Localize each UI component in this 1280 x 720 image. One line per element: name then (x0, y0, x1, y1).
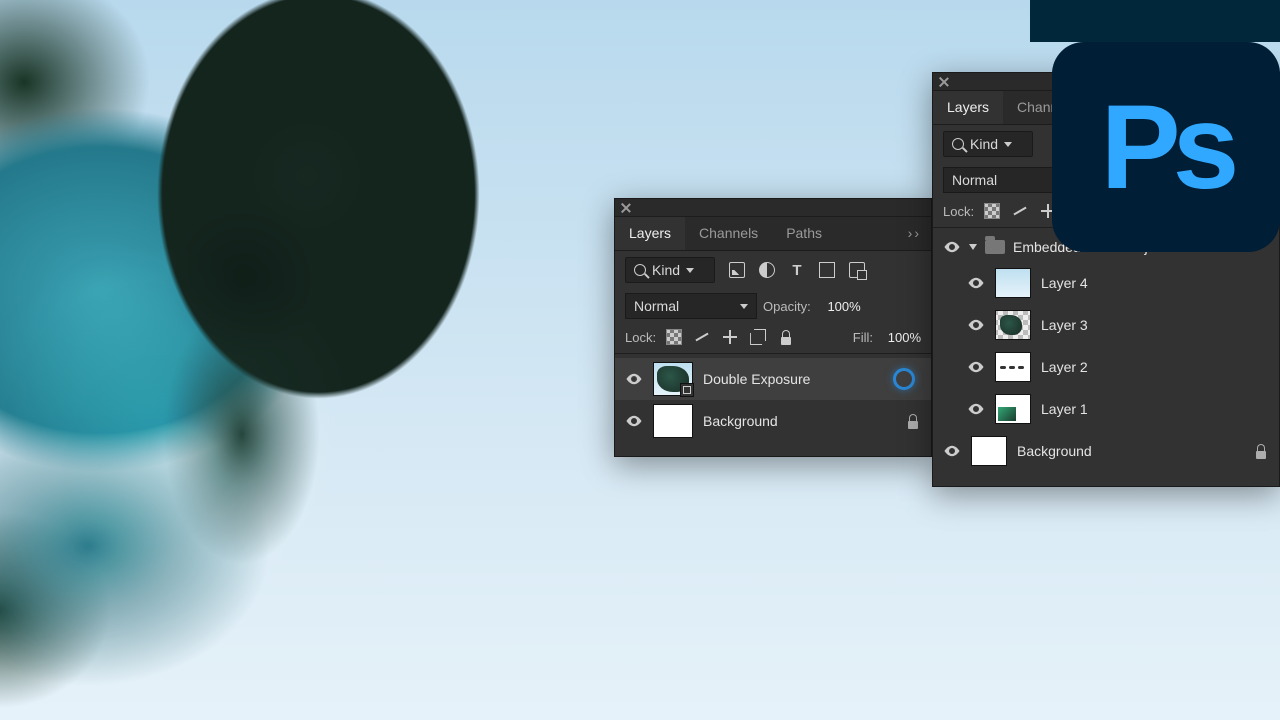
visibility-toggle[interactable] (943, 238, 961, 256)
layer-thumbnail[interactable] (995, 352, 1031, 382)
close-icon[interactable] (937, 75, 951, 89)
visibility-toggle[interactable] (967, 358, 985, 376)
filter-type-icons (729, 262, 865, 278)
smartobject-filter-icon[interactable] (849, 262, 865, 278)
tab-channels[interactable]: Channels (685, 217, 772, 250)
eye-icon (943, 238, 961, 256)
eye-icon (967, 316, 985, 334)
blend-opacity-row: Normal Opacity: 100% (615, 289, 931, 325)
search-icon (634, 264, 646, 276)
lock-transparency-icon[interactable] (666, 329, 682, 345)
panel-menu-icon[interactable]: ›› (898, 217, 931, 250)
layer-row[interactable]: Double Exposure (615, 358, 931, 400)
layer-filter-select[interactable]: Kind (625, 257, 715, 283)
lock-pixels-icon[interactable] (1012, 203, 1028, 219)
tab-layers[interactable]: Layers (933, 91, 1003, 124)
layer-filter-select[interactable]: Kind (943, 131, 1033, 157)
lock-position-icon[interactable] (722, 329, 738, 345)
chevron-down-icon (1004, 142, 1012, 147)
lock-all-icon[interactable] (778, 329, 794, 345)
lock-transparency-icon[interactable] (984, 203, 1000, 219)
type-filter-icon[interactable] (789, 262, 805, 278)
opacity-label: Opacity: (763, 299, 811, 314)
layer-thumbnail[interactable] (653, 404, 693, 438)
fill-label: Fill: (853, 330, 873, 345)
visibility-toggle[interactable] (967, 400, 985, 418)
filter-label: Kind (970, 136, 998, 152)
layer-row[interactable]: Background (615, 400, 931, 442)
layer-name[interactable]: Layer 2 (1041, 359, 1088, 375)
filter-label: Kind (652, 262, 680, 278)
photoshop-logo-text: Ps (1101, 78, 1232, 216)
layer-list: Double Exposure Background (615, 354, 931, 456)
eye-icon (943, 442, 961, 460)
close-icon[interactable] (619, 201, 633, 215)
chevron-down-icon (740, 304, 748, 309)
panel-tabs: Layers Channels Paths ›› (615, 217, 931, 251)
layer-row[interactable]: Layer 2 (933, 346, 1279, 388)
blend-mode-select[interactable]: Normal (625, 293, 757, 319)
chevron-down-icon (686, 268, 694, 273)
opacity-value[interactable]: 100% (817, 299, 861, 314)
layer-thumbnail[interactable] (653, 362, 693, 396)
lock-icon[interactable] (1253, 443, 1269, 459)
layer-row[interactable]: Background (933, 430, 1279, 472)
panel-titlebar[interactable] (615, 199, 931, 217)
eye-icon (967, 400, 985, 418)
photoshop-logo-badge: Ps (1030, 0, 1280, 250)
blend-mode-value: Normal (952, 172, 997, 188)
artwork-texture (0, 0, 620, 720)
double-exposure-artwork (0, 0, 620, 720)
eye-icon (625, 370, 643, 388)
shape-filter-icon[interactable] (819, 262, 835, 278)
layer-row[interactable]: Layer 4 (933, 262, 1279, 304)
layer-thumbnail[interactable] (995, 310, 1031, 340)
lock-label: Lock: (625, 330, 656, 345)
highlight-ring-icon (893, 368, 915, 390)
visibility-toggle[interactable] (967, 316, 985, 334)
layer-thumbnail[interactable] (971, 436, 1007, 466)
lock-icons (666, 329, 794, 345)
layer-list: Embedded Smart Object Layer 4 Layer 3 La… (933, 228, 1279, 486)
visibility-toggle[interactable] (943, 442, 961, 460)
layer-thumbnail[interactable] (995, 268, 1031, 298)
layer-thumbnail[interactable] (995, 394, 1031, 424)
layer-name[interactable]: Background (703, 413, 778, 429)
lock-label: Lock: (943, 204, 974, 219)
lock-artboard-icon[interactable] (750, 329, 766, 345)
search-icon (952, 138, 964, 150)
layer-row[interactable]: Layer 1 (933, 388, 1279, 430)
tab-layers[interactable]: Layers (615, 217, 685, 250)
expand-toggle-icon[interactable] (969, 244, 977, 250)
speech-bubble-icon (1030, 0, 1280, 42)
eye-icon (967, 358, 985, 376)
layer-name[interactable]: Background (1017, 443, 1092, 459)
pixel-filter-icon[interactable] (729, 262, 745, 278)
fill-value[interactable]: 100% (877, 330, 921, 345)
layer-name[interactable]: Double Exposure (703, 371, 810, 387)
eye-icon (967, 274, 985, 292)
visibility-toggle[interactable] (625, 370, 643, 388)
adjustment-filter-icon[interactable] (759, 262, 775, 278)
layer-row[interactable]: Layer 3 (933, 304, 1279, 346)
layer-name[interactable]: Layer 1 (1041, 401, 1088, 417)
lock-row: Lock: Fill: 100% (615, 325, 931, 354)
lock-pixels-icon[interactable] (694, 329, 710, 345)
filter-row: Kind (615, 251, 931, 289)
blend-mode-value: Normal (634, 298, 679, 314)
visibility-toggle[interactable] (967, 274, 985, 292)
layer-name[interactable]: Layer 4 (1041, 275, 1088, 291)
layers-panel-main: Layers Channels Paths ›› Kind Normal Opa… (614, 198, 932, 457)
photoshop-icon: Ps (1052, 42, 1280, 252)
eye-icon (625, 412, 643, 430)
lock-icon[interactable] (905, 413, 921, 429)
layer-name[interactable]: Layer 3 (1041, 317, 1088, 333)
folder-icon (985, 240, 1005, 254)
visibility-toggle[interactable] (625, 412, 643, 430)
tab-paths[interactable]: Paths (772, 217, 836, 250)
